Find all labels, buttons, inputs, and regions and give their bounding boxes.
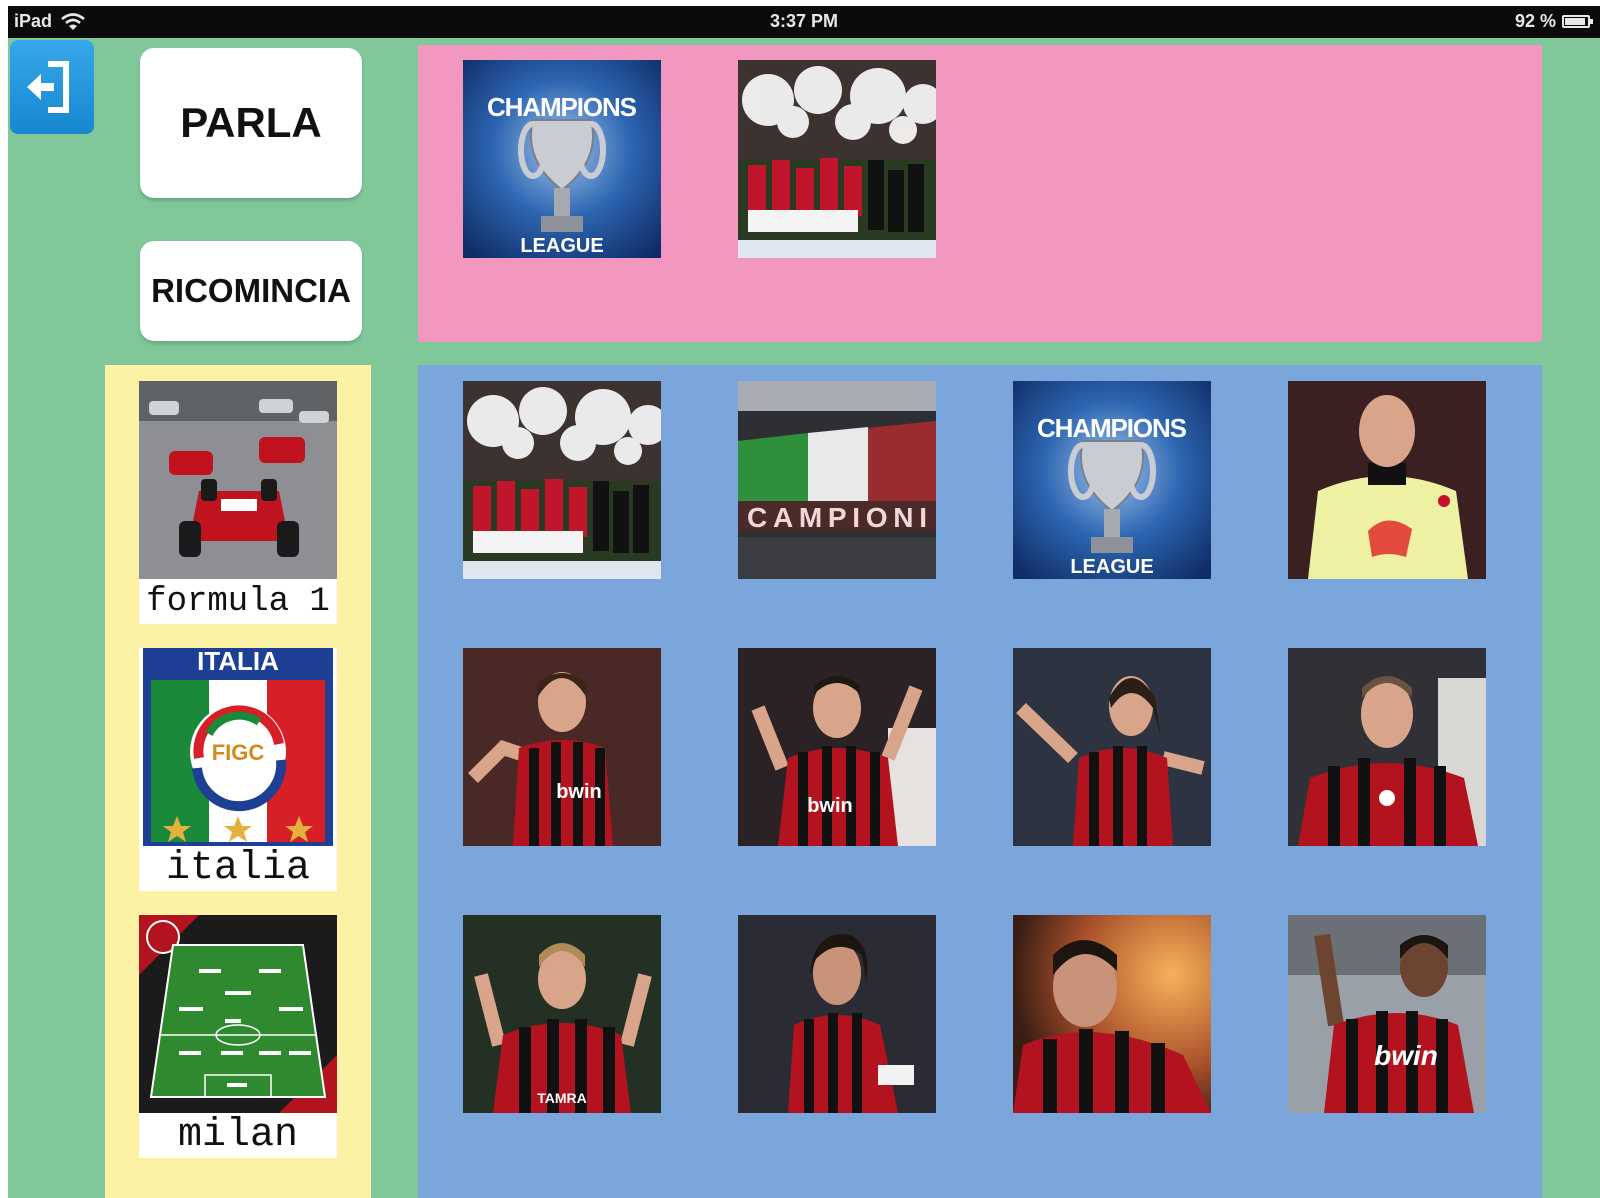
milan-player-image bbox=[1013, 915, 1211, 1113]
grid-tile-team-celebration[interactable] bbox=[463, 381, 661, 579]
champions-league-trophy-image: CHAMPIONS LEAGUE bbox=[463, 60, 661, 258]
speak-button[interactable]: PARLA bbox=[140, 48, 362, 198]
choreo-text: CAMPIONI bbox=[747, 502, 927, 533]
grid-tile-player-8[interactable]: bwin bbox=[1288, 915, 1486, 1113]
logo-badge: FIGC bbox=[212, 740, 265, 765]
category-label: milan bbox=[177, 1113, 299, 1158]
trophy-top-text: CHAMPIONS bbox=[487, 92, 637, 122]
milan-player-image: bwin bbox=[738, 648, 936, 846]
grid-tile-player-2[interactable]: bwin bbox=[738, 648, 936, 846]
vocabulary-grid: CAMPIONI CHAMPIONS LEAGUE bwin bwin TAMR… bbox=[418, 365, 1542, 1198]
status-bar: iPad 3:37 PM 92 % bbox=[8, 6, 1600, 38]
clock: 3:37 PM bbox=[769, 11, 839, 31]
sponsor-text: bwin bbox=[807, 795, 853, 817]
sentence-strip[interactable]: CHAMPIONS LEAGUE bbox=[418, 45, 1542, 342]
logo-title: ITALIA bbox=[197, 648, 279, 676]
aac-board: PARLA RICOMINCIA CHAMPIONS LEAGUE formul… bbox=[8, 38, 1600, 1198]
category-label: formula 1 bbox=[146, 582, 330, 621]
sentence-item-team-celebration[interactable] bbox=[738, 60, 936, 258]
milan-player-image bbox=[738, 915, 936, 1113]
team-celebration-image bbox=[738, 60, 936, 258]
category-label: italia bbox=[165, 846, 311, 891]
stadium-choreo-image: CAMPIONI bbox=[738, 381, 936, 579]
category-panel: formula 1 ITALIA FIGC italia milan bbox=[105, 365, 371, 1198]
milan-formation-pitch-image bbox=[139, 915, 337, 1113]
sponsor-text: TAMRA bbox=[537, 1090, 587, 1106]
grid-tile-champions-league[interactable]: CHAMPIONS LEAGUE bbox=[1013, 381, 1211, 579]
trophy-bottom-text: LEAGUE bbox=[1070, 556, 1153, 578]
goalkeeper-yellow-kit-image bbox=[1288, 381, 1486, 579]
category-formula-1[interactable]: formula 1 bbox=[139, 381, 337, 624]
grid-tile-player-7[interactable] bbox=[1013, 915, 1211, 1113]
exit-button[interactable] bbox=[10, 40, 94, 134]
sponsor-text: bwin bbox=[556, 781, 602, 803]
milan-player-image: TAMRA bbox=[463, 915, 661, 1113]
milan-player-image bbox=[1013, 648, 1211, 846]
formula-1-race-cars-image bbox=[139, 381, 337, 579]
category-italia[interactable]: ITALIA FIGC italia bbox=[139, 648, 337, 891]
champions-league-trophy-image: CHAMPIONS LEAGUE bbox=[1013, 381, 1211, 579]
sponsor-text: bwin bbox=[1374, 1040, 1438, 1071]
figc-italia-logo-image: ITALIA FIGC bbox=[139, 648, 337, 846]
exit-door-icon bbox=[27, 61, 69, 113]
sentence-item-champions-league[interactable]: CHAMPIONS LEAGUE bbox=[463, 60, 661, 258]
milan-player-image: bwin bbox=[463, 648, 661, 846]
grid-tile-player-4[interactable] bbox=[1288, 648, 1486, 846]
trophy-bottom-text: LEAGUE bbox=[520, 235, 603, 257]
grid-tile-player-6[interactable] bbox=[738, 915, 936, 1113]
grid-tile-goalkeeper[interactable] bbox=[1288, 381, 1486, 579]
battery-icon bbox=[1562, 15, 1593, 28]
category-milan[interactable]: milan bbox=[139, 915, 337, 1158]
team-celebration-image bbox=[463, 381, 661, 579]
milan-player-image bbox=[1288, 648, 1486, 846]
battery-fill bbox=[1565, 18, 1586, 25]
battery-percent: 92 % bbox=[1514, 11, 1556, 31]
grid-tile-stadium-choreo[interactable]: CAMPIONI bbox=[738, 381, 936, 579]
status-right: 92 % bbox=[1514, 11, 1593, 32]
restart-button[interactable]: RICOMINCIA bbox=[140, 241, 362, 341]
grid-tile-player-3[interactable] bbox=[1013, 648, 1211, 846]
grid-tile-player-5[interactable]: TAMRA bbox=[463, 915, 661, 1113]
trophy-top-text: CHAMPIONS bbox=[1037, 413, 1187, 443]
grid-tile-player-1[interactable]: bwin bbox=[463, 648, 661, 846]
milan-player-image: bwin bbox=[1288, 915, 1486, 1113]
